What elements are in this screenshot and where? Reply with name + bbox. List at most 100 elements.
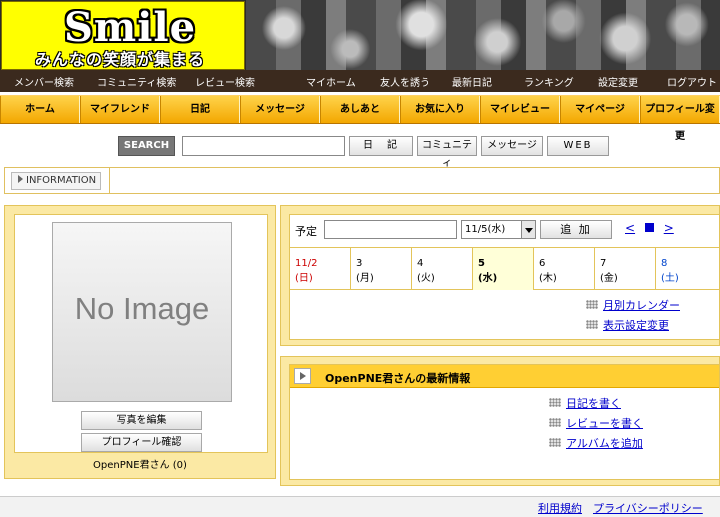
calendar-day[interactable]: 6 (木)	[534, 248, 595, 290]
day-date: 6	[539, 258, 546, 269]
calendar-day[interactable]: 7 (金)	[595, 248, 656, 290]
no-image-text: No Image	[74, 291, 210, 326]
date-select-value: 11/5(水)	[465, 224, 506, 235]
check-profile-button[interactable]: プロフィール確認	[81, 433, 202, 452]
day-date: 3	[356, 258, 363, 269]
day-weekday: (日)	[295, 273, 313, 284]
monthly-calendar-label: 月別カレンダー	[603, 299, 680, 312]
top-nav-settings[interactable]: 設定変更	[598, 74, 638, 89]
day-weekday: (木)	[539, 273, 557, 284]
calendar-panel: 予定 11/5(水) 追 加 < > 11/2 (日) 3 (月) 4 (火) 5 (水…	[280, 205, 720, 346]
menu-diary[interactable]: 日記	[160, 96, 240, 123]
calendar-day[interactable]: 3 (月)	[351, 248, 412, 290]
profile-panel: No Image 写真を編集 プロフィール確認 OpenPNE君さん (0)	[4, 205, 276, 479]
dots-icon	[549, 438, 561, 447]
menu-footprints[interactable]: あしあと	[320, 96, 400, 123]
menu-my-page[interactable]: マイページ	[560, 96, 640, 123]
menu-home[interactable]: ホーム	[0, 96, 80, 123]
latest-info-title: OpenPNE君さんの最新情報	[325, 372, 471, 385]
add-album-label: アルバムを追加	[566, 437, 643, 450]
add-schedule-button[interactable]: 追 加	[540, 220, 612, 239]
monthly-calendar-link[interactable]: 月別カレンダー	[586, 297, 680, 313]
calendar-day[interactable]: 8 (土)	[656, 248, 719, 290]
dots-icon	[586, 320, 598, 329]
arrow-right-icon	[294, 368, 311, 384]
site-logo[interactable]: Smile みんなの笑顔が集まる	[1, 1, 245, 70]
day-date: 11/2	[295, 258, 318, 269]
dots-icon	[549, 398, 561, 407]
day-date: 5	[478, 258, 485, 269]
terms-link[interactable]: 利用規約	[538, 500, 582, 516]
chevron-down-icon	[521, 221, 535, 238]
search-community-button[interactable]: コミュニティ	[417, 136, 477, 169]
schedule-input[interactable]	[324, 220, 457, 239]
footer: 利用規約 プライバシーポリシー	[0, 496, 720, 517]
latest-info-header: OpenPNE君さんの最新情報	[290, 365, 719, 388]
menu-my-reviews[interactable]: マイレビュー	[480, 96, 560, 123]
top-nav-ranking[interactable]: ランキング	[524, 74, 574, 89]
calendar-day[interactable]: 4 (火)	[412, 248, 473, 290]
main-menu: ホーム マイフレンド 日記 メッセージ あしあと お気に入り マイレビュー マイ…	[0, 95, 720, 142]
edit-photo-button[interactable]: 写真を編集	[81, 411, 202, 430]
information-bar: INFORMATION	[4, 167, 720, 194]
calendar-today-icon[interactable]	[644, 223, 654, 232]
information-divider	[109, 168, 110, 193]
search-message-button[interactable]: メッセージ	[481, 136, 543, 156]
profile-box: No Image 写真を編集 プロフィール確認	[14, 214, 268, 453]
write-review-label: レビューを書く	[566, 417, 643, 430]
search-diary-button[interactable]: 日 記	[349, 136, 413, 156]
write-review-link[interactable]: レビューを書く	[549, 415, 643, 431]
day-weekday: (土)	[661, 273, 679, 284]
calendar-nav: < >	[625, 221, 678, 235]
search-label: SEARCH	[118, 136, 175, 156]
calendar-next-link[interactable]: >	[664, 221, 674, 235]
day-date: 4	[417, 258, 424, 269]
profile-photo[interactable]: No Image	[52, 222, 232, 402]
latest-info-panel: OpenPNE君さんの最新情報 日記を書く レビューを書く アルバムを追加	[280, 356, 720, 486]
site-header: Smile みんなの笑顔が集まる メンバー検索 コミュニティ検索 レビュー検索 …	[0, 0, 720, 92]
top-nav-invite-friend[interactable]: 友人を誘う	[380, 74, 430, 89]
dots-icon	[549, 418, 561, 427]
logo-title: Smile	[64, 4, 197, 51]
day-weekday: (金)	[600, 273, 618, 284]
menu-my-friends[interactable]: マイフレンド	[80, 96, 160, 123]
latest-info-box: OpenPNE君さんの最新情報 日記を書く レビューを書く アルバムを追加	[289, 364, 720, 480]
search-web-button[interactable]: WEB	[547, 136, 609, 156]
top-nav-latest-diary[interactable]: 最新日記	[452, 74, 492, 89]
logo-tagline: みんなの笑顔が集まる	[35, 50, 206, 69]
day-weekday: (火)	[417, 273, 435, 284]
profile-name: OpenPNE君さん (0)	[93, 460, 187, 471]
menu-favorites[interactable]: お気に入り	[400, 96, 480, 123]
calendar-box: 予定 11/5(水) 追 加 < > 11/2 (日) 3 (月) 4 (火) 5 (水…	[289, 214, 720, 340]
day-weekday: (水)	[478, 273, 498, 284]
calendar-day-today[interactable]: 5 (水)	[473, 248, 534, 290]
search-input[interactable]	[182, 136, 345, 156]
date-select[interactable]: 11/5(水)	[461, 220, 536, 239]
top-nav-bar: メンバー検索 コミュニティ検索 レビュー検索 マイホーム 友人を誘う 最新日記 …	[0, 70, 720, 92]
display-settings-link[interactable]: 表示設定変更	[586, 317, 669, 333]
week-calendar: 11/2 (日) 3 (月) 4 (火) 5 (水) 6 (木) 7 (金) 8 (土)	[290, 247, 719, 290]
top-nav-review-search[interactable]: レビュー検索	[195, 74, 255, 89]
day-weekday: (月)	[356, 273, 374, 284]
calendar-prev-link[interactable]: <	[625, 221, 635, 235]
write-diary-label: 日記を書く	[566, 397, 621, 410]
menu-edit-profile[interactable]: プロフィール変更	[640, 96, 720, 142]
top-nav-member-search[interactable]: メンバー検索	[14, 74, 74, 89]
top-nav-community-search[interactable]: コミュニティ検索	[97, 74, 176, 89]
dots-icon	[586, 300, 598, 309]
write-diary-link[interactable]: 日記を書く	[549, 395, 621, 411]
display-settings-label: 表示設定変更	[603, 319, 669, 332]
information-tab[interactable]: INFORMATION	[11, 172, 102, 190]
day-date: 8	[661, 258, 668, 269]
top-nav-logout[interactable]: ログアウト	[667, 74, 717, 89]
information-label: INFORMATION	[26, 175, 97, 186]
day-date: 7	[600, 258, 607, 269]
header-photo-collage	[246, 0, 720, 70]
add-album-link[interactable]: アルバムを追加	[549, 435, 643, 451]
schedule-label: 予定	[295, 225, 317, 238]
top-nav-my-home[interactable]: マイホーム	[306, 74, 356, 89]
calendar-day[interactable]: 11/2 (日)	[290, 248, 351, 290]
privacy-policy-link[interactable]: プライバシーポリシー	[593, 500, 703, 516]
menu-messages[interactable]: メッセージ	[240, 96, 320, 123]
triangle-right-icon	[18, 175, 23, 183]
